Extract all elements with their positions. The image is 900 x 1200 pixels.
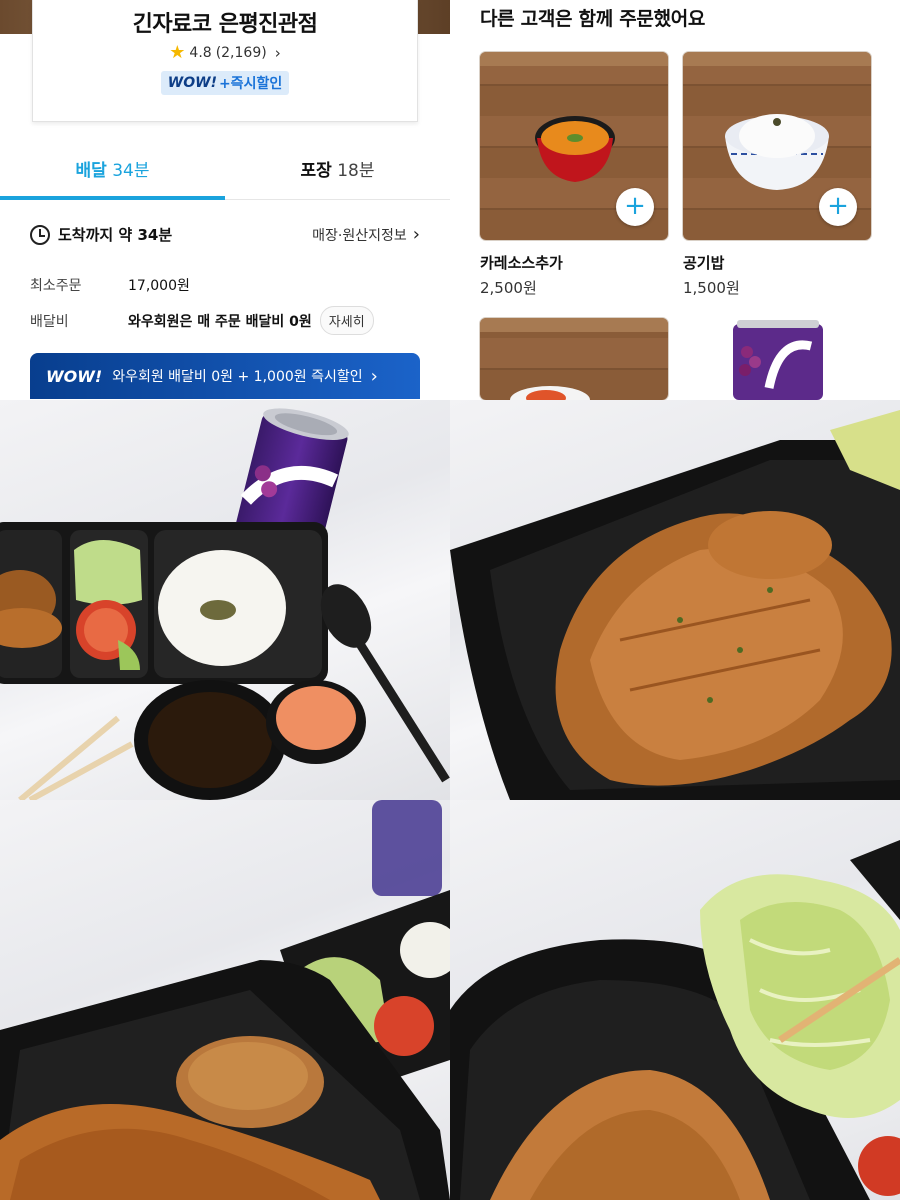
kimchi-image <box>510 386 590 400</box>
eta-row: 도착까지 약 34분 매장·원산지정보 › <box>30 224 420 245</box>
salad-held-image <box>450 840 900 1200</box>
wow-logo: WOW! <box>46 366 103 386</box>
eta-text: 도착까지 약 34분 <box>58 226 173 244</box>
store-origin-info-link[interactable]: 매장·원산지정보 › <box>312 224 420 245</box>
store-name: 긴자료코 은평진관점 <box>132 12 318 37</box>
delivery-fee-label: 배달비 <box>30 313 69 330</box>
rice-bowl-image <box>725 114 829 190</box>
wow-banner-text: 와우회원 배달비 0원 + 1,000원 즉시할인 <box>112 369 363 385</box>
wow-logo: WOW! <box>167 75 217 91</box>
grape-soda-photo <box>683 318 871 400</box>
delivery-fee-value: 와우회원은 매 주문 배달비 0원 <box>128 313 312 330</box>
meal-overhead-image <box>0 408 450 800</box>
curry-cutlet-closeup-photo <box>450 400 900 800</box>
clock-icon <box>30 224 50 245</box>
tab-delivery-label: 배달 <box>75 161 107 181</box>
curry-bowl-image <box>535 116 615 182</box>
chevron-right-icon: › <box>274 44 281 62</box>
rec-item-name: 공기밥 <box>683 254 725 272</box>
rec-item-grape-soda[interactable] <box>683 318 871 400</box>
add-button[interactable]: + <box>616 188 654 226</box>
star-icon: ★ <box>169 42 186 63</box>
wow-membership-banner[interactable]: WOW! 와우회원 배달비 0원 + 1,000원 즉시할인 › <box>30 353 420 399</box>
meal-overhead-photo <box>0 400 450 800</box>
rec-item-name: 카레소스추가 <box>480 254 563 272</box>
delivery-fee-row: 배달비 와우회원은 매 주문 배달비 0원 자세히 <box>30 306 430 335</box>
store-info-label: 매장·원산지정보 <box>312 227 407 244</box>
recommendations-panel: 다른 고객은 함께 주문했어요 + 카레소스추가 2,500원 + 공기밥 1,… <box>450 0 900 400</box>
rec-item-kimchi[interactable] <box>480 318 668 400</box>
curry-sauce-photo: + <box>480 52 668 240</box>
tray-angled-image <box>0 800 450 1200</box>
order-type-tabs: 배달 34분 포장 18분 <box>0 146 450 200</box>
chevron-right-icon: › <box>412 224 420 245</box>
rec-item-curry-sauce[interactable]: + 카레소스추가 2,500원 <box>480 52 668 298</box>
eta-info: 도착까지 약 34분 <box>30 224 172 245</box>
tab-delivery[interactable]: 배달 34분 <box>0 146 225 199</box>
grape-can-image <box>733 320 823 400</box>
review-count: (2,169) <box>215 45 267 61</box>
rice-photo: + <box>683 52 871 240</box>
min-order-label: 최소주문 <box>30 278 82 294</box>
photo-collage: 긴자료코 은평진관점 ★ 4.8 (2,169) › WOW! +즉시할인 배달 … <box>0 0 900 1200</box>
kimchi-photo <box>480 318 668 400</box>
tab-delivery-time: 34분 <box>112 161 150 181</box>
min-order-row: 최소주문 17,000원 <box>30 275 430 295</box>
rec-item-price: 1,500원 <box>683 279 740 297</box>
rating-row[interactable]: ★ 4.8 (2,169) › <box>33 42 417 63</box>
min-order-value: 17,000원 <box>128 278 190 294</box>
store-card: 긴자료코 은평진관점 ★ 4.8 (2,169) › WOW! +즉시할인 <box>32 0 418 122</box>
chevron-right-icon: › <box>370 365 378 387</box>
rec-item-price: 2,500원 <box>480 279 537 297</box>
recommendations-title: 다른 고객은 함께 주문했어요 <box>480 8 706 30</box>
curry-cutlet-image <box>450 410 900 800</box>
add-button[interactable]: + <box>819 188 857 226</box>
rating-value: 4.8 <box>189 45 212 61</box>
detail-button[interactable]: 자세히 <box>319 306 374 335</box>
tab-pickup-time: 18분 <box>337 161 375 181</box>
store-info-panel: 긴자료코 은평진관점 ★ 4.8 (2,169) › WOW! +즉시할인 배달 … <box>0 0 450 400</box>
tray-angled-photo <box>0 800 450 1200</box>
active-tab-indicator <box>0 196 225 200</box>
tab-pickup-label: 포장 <box>300 161 332 181</box>
discount-label: +즉시할인 <box>218 76 283 92</box>
wow-discount-badge: WOW! +즉시할인 <box>160 71 290 95</box>
rec-item-rice[interactable]: + 공기밥 1,500원 <box>683 52 871 298</box>
salad-held-photo <box>450 800 900 1200</box>
tab-pickup[interactable]: 포장 18분 <box>225 146 450 199</box>
